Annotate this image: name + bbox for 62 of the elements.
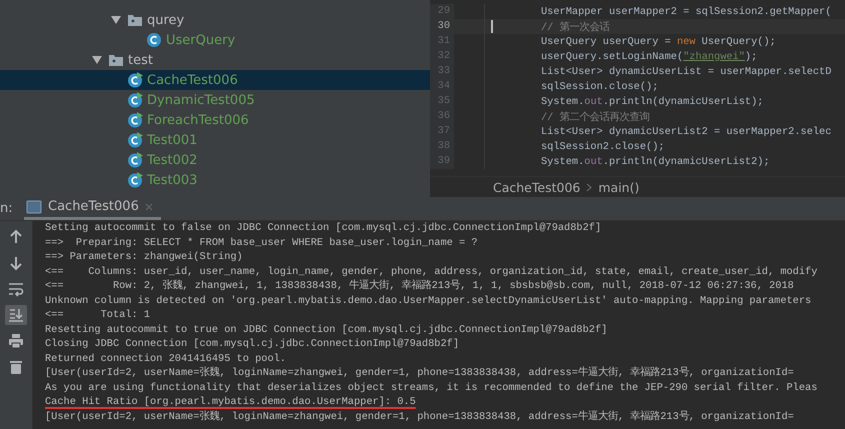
code-line: sqlSession.close();: [541, 80, 658, 92]
console-icon: [26, 200, 42, 214]
console-line: Returned connection 2041416495 to pool.: [45, 352, 286, 366]
tree-label: test: [128, 52, 153, 68]
tree-label: DynamicTest005: [147, 92, 255, 108]
tree-label: ForeachTest006: [147, 112, 249, 128]
tree-row[interactable]: Test003: [0, 170, 430, 190]
code-line: List<User> dynamicUserList = userMapper.selectD: [541, 66, 832, 78]
test-class-icon: [127, 152, 143, 168]
code-line: sqlSession2.close();: [541, 140, 665, 152]
console-line: ==> Preparing: SELECT * FROM base_user WHERE base_user.login_name = ?: [45, 236, 478, 250]
code-line: List<User> dynamicUserList2 = userMapper2.selec: [541, 126, 832, 138]
tree-row[interactable]: ForeachTest006: [0, 110, 430, 130]
console-line: As you are using functionality that deserializes object streams, it is recommended to define the JEP-290 serial filter. Pleas: [45, 380, 818, 395]
console-line: <== Row: 2, 张魏, zhangwei, 1, 1383838438, 牛逼大街, 幸福路213号, 1, 1, sbsbsb@sb.com, null, 2018-07-12 06:27:36, 2018: [45, 279, 794, 294]
code-line: UserQuery userQuery = new UserQuery();: [541, 36, 776, 48]
panel-label: n:: [0, 201, 14, 216]
test-class-icon: [127, 132, 143, 148]
tree-row[interactable]: UserQuery: [0, 30, 430, 50]
run-tab[interactable]: CacheTest006: [24, 197, 161, 220]
tree-row[interactable]: Test002: [0, 150, 430, 170]
console-line: [User(userId=2, userName=张魏, loginName=zhangwei, gender=1, phone=1383838438, address=牛逼大街, 幸福路213号, organizationId=: [45, 410, 794, 424]
folder-icon: [127, 13, 143, 27]
tree-label: qurey: [147, 12, 184, 28]
code-line: System.out.println(dynamicUserList2);: [541, 156, 770, 168]
tree-row[interactable]: Test001: [0, 130, 430, 150]
folder-icon: [108, 53, 124, 67]
console-line: <== Total: 1: [45, 308, 150, 322]
test-class-icon: [127, 92, 143, 108]
tree-row[interactable]: DynamicTest005: [0, 90, 430, 110]
tree-label: Test001: [147, 132, 198, 148]
text-cursor: [491, 20, 493, 33]
tree-label: Test003: [147, 172, 198, 188]
console-line: Cache Hit Ratio [org.pearl.mybatis.demo.dao.UserMapper]: 0.5: [45, 395, 416, 410]
class-icon: [146, 32, 162, 48]
expanded-arrow-icon[interactable]: [90, 55, 104, 65]
console-line: ==> Parameters: zhangwei(String): [45, 250, 243, 264]
code-line: System.out.println(dynamicUserList);: [541, 96, 764, 108]
tree-row[interactable]: qurey: [0, 10, 430, 30]
console-line: <== Columns: user_id, user_name, login_name, gender, phone, address, organization_id, state, email, create_user_id, modify: [45, 264, 818, 279]
tree-label: UserQuery: [166, 32, 236, 48]
console-line: Unknown column is detected on 'org.pearl.mybatis.demo.dao.UserMapper.selectDynamicUserList' auto-mapping. Mapping parameters: [45, 294, 812, 308]
expanded-arrow-icon[interactable]: [109, 15, 123, 25]
tree-label: Test002: [147, 152, 198, 168]
test-class-icon: [127, 72, 143, 88]
tree-label: CacheTest006: [147, 72, 238, 88]
console-line: Closing JDBC Connection [com.mysql.cj.jdbc.ConnectionImpl@79ad8b2f]: [45, 337, 460, 352]
console-line: Resetting autocommit to true on JDBC Connection [com.mysql.cj.jdbc.ConnectionImpl@79ad8b2f]: [45, 322, 608, 337]
tree-row[interactable]: CacheTest006: [0, 70, 430, 90]
test-class-icon: [127, 112, 143, 128]
tree-row[interactable]: test: [0, 50, 430, 70]
chevron-right-icon: [586, 182, 592, 192]
code-line: UserMapper userMapper2 = sqlSession2.getMapper(: [541, 6, 832, 18]
scroll-to-end-icon[interactable]: [5, 305, 27, 325]
console-line: [User(userId=2, userName=张魏, loginName=zhangwei, gender=1, phone=1383838438, address=牛逼大街, 幸福路213号, organizationId=: [45, 366, 794, 380]
breadcrumb-item[interactable]: CacheTest006: [493, 180, 580, 194]
test-class-icon: [127, 172, 143, 188]
code-line: userQuery.setLoginName("zhangwei");: [541, 50, 758, 62]
code-line: // 第一次会话: [541, 20, 610, 34]
breadcrumb-item[interactable]: main(): [598, 180, 640, 194]
console-line: Setting autocommit to false on JDBC Connection [com.mysql.cj.jdbc.ConnectionImpl@79ad8b2f]: [45, 221, 602, 236]
code-line: // 第二个会话再次查询: [541, 110, 650, 124]
